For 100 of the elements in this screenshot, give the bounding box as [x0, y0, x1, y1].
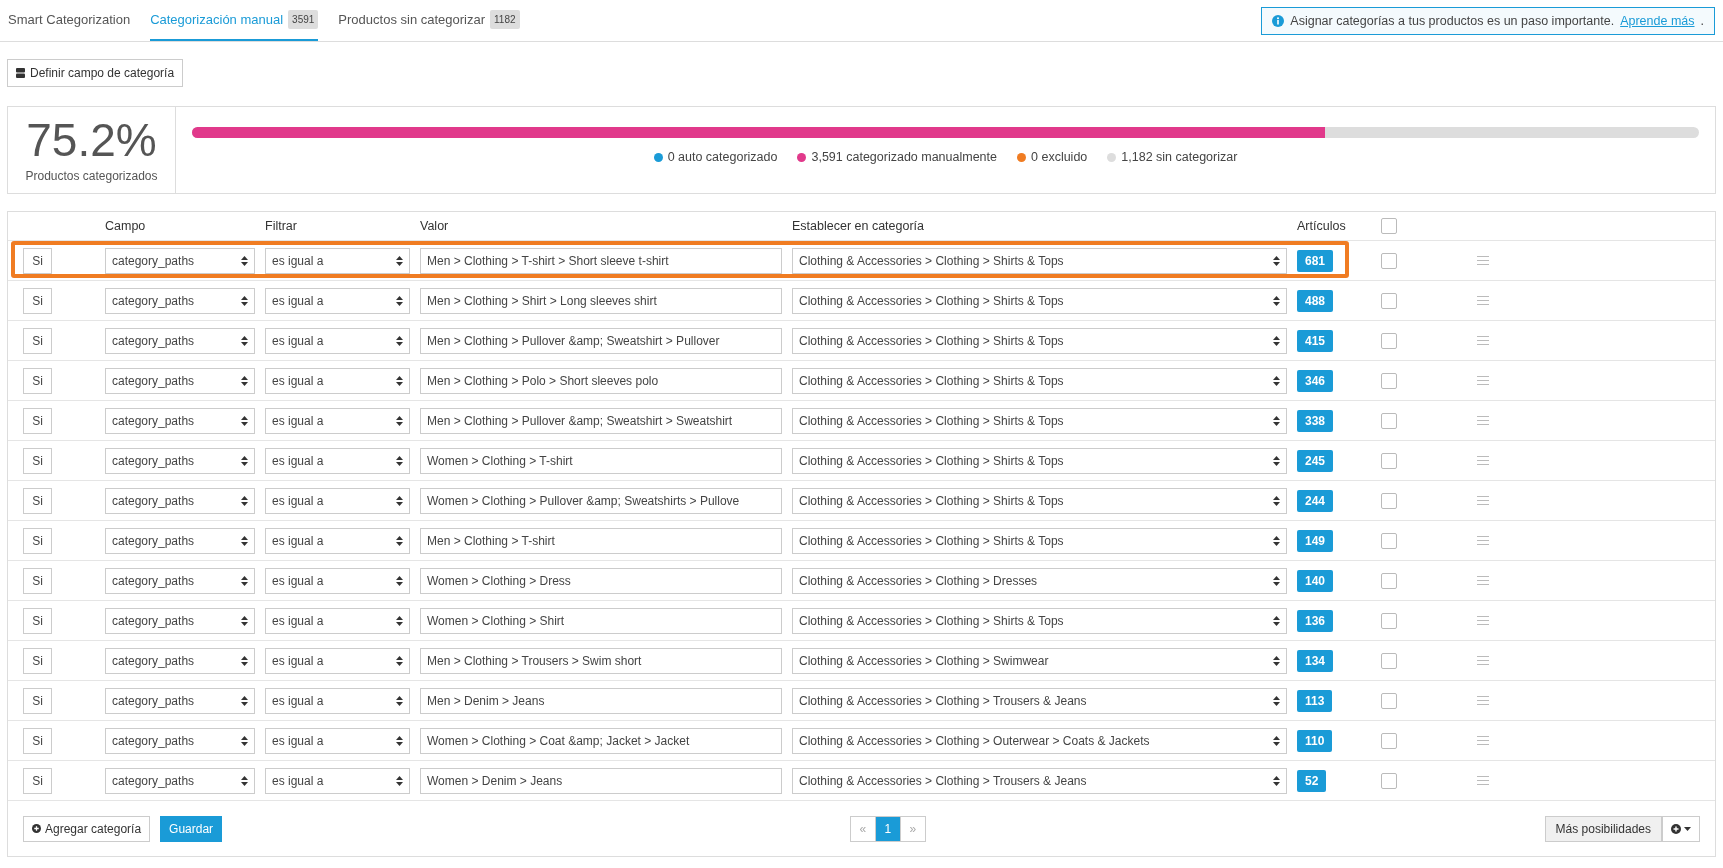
- more-options-button[interactable]: Más posibilidades: [1544, 815, 1662, 842]
- field-select[interactable]: category_paths: [105, 527, 255, 554]
- category-select[interactable]: Clothing & Accessories > Clothing > Dresses: [792, 567, 1287, 594]
- filter-select[interactable]: es igual a: [265, 487, 410, 514]
- drag-handle-icon[interactable]: [1477, 336, 1489, 345]
- drag-handle-icon[interactable]: [1477, 456, 1489, 465]
- category-select[interactable]: Clothing & Accessories > Clothing > Shirts & Tops: [792, 327, 1287, 354]
- value-input[interactable]: Women > Clothing > Coat &amp; Jacket > Jacket: [420, 727, 782, 754]
- condition-button[interactable]: Si: [23, 607, 52, 634]
- condition-button[interactable]: Si: [23, 487, 52, 514]
- condition-button[interactable]: Si: [23, 367, 52, 394]
- drag-handle-icon[interactable]: [1477, 616, 1489, 625]
- filter-select[interactable]: es igual a: [265, 327, 410, 354]
- add-category-button[interactable]: Agregar categoría: [23, 815, 151, 842]
- category-select[interactable]: Clothing & Accessories > Clothing > Shirts & Tops: [792, 447, 1287, 474]
- condition-button[interactable]: Si: [23, 727, 52, 754]
- category-select[interactable]: Clothing & Accessories > Clothing > Trousers & Jeans: [792, 767, 1287, 794]
- row-checkbox[interactable]: [1381, 252, 1397, 269]
- category-select[interactable]: Clothing & Accessories > Clothing > Shirts & Tops: [792, 407, 1287, 434]
- row-checkbox[interactable]: [1381, 692, 1397, 709]
- value-input[interactable]: Women > Clothing > Shirt: [420, 607, 782, 634]
- add-dropdown-button[interactable]: [1662, 815, 1700, 842]
- filter-select[interactable]: es igual a: [265, 567, 410, 594]
- field-select[interactable]: category_paths: [105, 367, 255, 394]
- field-select[interactable]: category_paths: [105, 447, 255, 474]
- value-input[interactable]: Women > Clothing > T-shirt: [420, 447, 782, 474]
- row-checkbox[interactable]: [1381, 532, 1397, 549]
- select-all-checkbox[interactable]: [1381, 218, 1397, 234]
- filter-select[interactable]: es igual a: [265, 767, 410, 794]
- field-select[interactable]: category_paths: [105, 327, 255, 354]
- value-input[interactable]: Men > Clothing > Polo > Short sleeves polo: [420, 367, 782, 394]
- category-select[interactable]: Clothing & Accessories > Clothing > Swimwear: [792, 647, 1287, 674]
- category-select[interactable]: Clothing & Accessories > Clothing > Shirts & Tops: [792, 527, 1287, 554]
- filter-select[interactable]: es igual a: [265, 687, 410, 714]
- row-checkbox[interactable]: [1381, 292, 1397, 309]
- filter-select[interactable]: es igual a: [265, 727, 410, 754]
- value-input[interactable]: Men > Denim > Jeans: [420, 687, 782, 714]
- drag-handle-icon[interactable]: [1477, 736, 1489, 745]
- drag-handle-icon[interactable]: [1477, 656, 1489, 665]
- value-input[interactable]: Men > Clothing > Trousers > Swim short: [420, 647, 782, 674]
- filter-select[interactable]: es igual a: [265, 447, 410, 474]
- field-select[interactable]: category_paths: [105, 287, 255, 314]
- field-select[interactable]: category_paths: [105, 767, 255, 794]
- row-checkbox[interactable]: [1381, 452, 1397, 469]
- field-select[interactable]: category_paths: [105, 487, 255, 514]
- drag-handle-icon[interactable]: [1477, 496, 1489, 505]
- field-select[interactable]: category_paths: [105, 247, 255, 274]
- tab[interactable]: Productos sin categorizar 1182: [338, 0, 520, 41]
- define-category-field-button[interactable]: Definir campo de categoría: [7, 59, 184, 87]
- condition-button[interactable]: Si: [23, 247, 52, 274]
- category-select[interactable]: Clothing & Accessories > Clothing > Outerwear > Coats & Jackets: [792, 727, 1287, 754]
- category-select[interactable]: Clothing & Accessories > Clothing > Shirts & Tops: [792, 607, 1287, 634]
- value-input[interactable]: Men > Clothing > T-shirt > Short sleeve t-shirt: [420, 247, 782, 274]
- filter-select[interactable]: es igual a: [265, 647, 410, 674]
- row-checkbox[interactable]: [1381, 412, 1397, 429]
- condition-button[interactable]: Si: [23, 287, 52, 314]
- condition-button[interactable]: Si: [23, 327, 52, 354]
- row-checkbox[interactable]: [1381, 492, 1397, 509]
- tab[interactable]: Categorización manual 3591: [150, 0, 319, 41]
- value-input[interactable]: Men > Clothing > T-shirt: [420, 527, 782, 554]
- tab[interactable]: Smart Categorization: [8, 0, 131, 41]
- condition-button[interactable]: Si: [23, 447, 52, 474]
- filter-select[interactable]: es igual a: [265, 607, 410, 634]
- row-checkbox[interactable]: [1381, 372, 1397, 389]
- field-select[interactable]: category_paths: [105, 687, 255, 714]
- category-select[interactable]: Clothing & Accessories > Clothing > Shirts & Tops: [792, 247, 1287, 274]
- row-checkbox[interactable]: [1381, 572, 1397, 589]
- drag-handle-icon[interactable]: [1477, 696, 1489, 705]
- field-select[interactable]: category_paths: [105, 607, 255, 634]
- condition-button[interactable]: Si: [23, 647, 52, 674]
- condition-button[interactable]: Si: [23, 767, 52, 794]
- category-select[interactable]: Clothing & Accessories > Clothing > Shirts & Tops: [792, 287, 1287, 314]
- field-select[interactable]: category_paths: [105, 647, 255, 674]
- value-input[interactable]: Men > Clothing > Pullover &amp; Sweatshirt > Sweatshirt: [420, 407, 782, 434]
- row-checkbox[interactable]: [1381, 612, 1397, 629]
- filter-select[interactable]: es igual a: [265, 407, 410, 434]
- value-input[interactable]: Women > Clothing > Dress: [420, 567, 782, 594]
- drag-handle-icon[interactable]: [1477, 576, 1489, 585]
- drag-handle-icon[interactable]: [1477, 776, 1489, 785]
- row-checkbox[interactable]: [1381, 772, 1397, 789]
- field-select[interactable]: category_paths: [105, 727, 255, 754]
- filter-select[interactable]: es igual a: [265, 287, 410, 314]
- drag-handle-icon[interactable]: [1477, 376, 1489, 385]
- drag-handle-icon[interactable]: [1477, 536, 1489, 545]
- category-select[interactable]: Clothing & Accessories > Clothing > Shirts & Tops: [792, 367, 1287, 394]
- value-input[interactable]: Women > Clothing > Pullover &amp; Sweatshirts > Pullove: [420, 487, 782, 514]
- row-checkbox[interactable]: [1381, 332, 1397, 349]
- category-select[interactable]: Clothing & Accessories > Clothing > Trousers & Jeans: [792, 687, 1287, 714]
- condition-button[interactable]: Si: [23, 567, 52, 594]
- row-checkbox[interactable]: [1381, 732, 1397, 749]
- condition-button[interactable]: Si: [23, 687, 52, 714]
- drag-handle-icon[interactable]: [1477, 256, 1489, 265]
- value-input[interactable]: Men > Clothing > Shirt > Long sleeves shirt: [420, 287, 782, 314]
- field-select[interactable]: category_paths: [105, 567, 255, 594]
- value-input[interactable]: Women > Denim > Jeans: [420, 767, 782, 794]
- row-checkbox[interactable]: [1381, 652, 1397, 669]
- field-select[interactable]: category_paths: [105, 407, 255, 434]
- condition-button[interactable]: Si: [23, 527, 52, 554]
- condition-button[interactable]: Si: [23, 407, 52, 434]
- drag-handle-icon[interactable]: [1477, 416, 1489, 425]
